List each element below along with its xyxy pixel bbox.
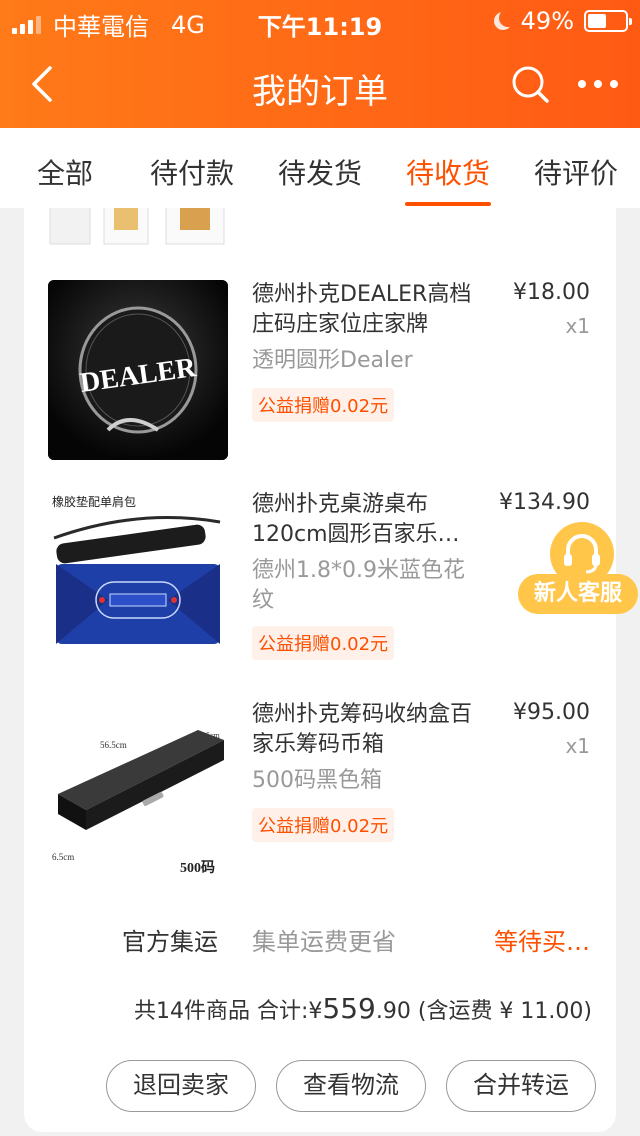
product-price: ¥134.90 bbox=[499, 490, 590, 515]
return-to-seller-button[interactable]: 退回卖家 bbox=[106, 1060, 256, 1112]
charity-badge: 公益捐赠0.02元 bbox=[252, 388, 395, 422]
thumb-caption: 橡胶垫配单肩包 bbox=[52, 494, 136, 509]
shipping-fee-note: (含运费 ¥ 11.00) bbox=[417, 999, 592, 1024]
tab-pending-review[interactable]: 待评价 bbox=[534, 152, 618, 192]
merge-shipping-button[interactable]: 合并转运 bbox=[446, 1060, 596, 1112]
product-price: ¥18.00 bbox=[513, 280, 590, 305]
moon-icon bbox=[499, 9, 517, 27]
shipping-label: 官方集运 bbox=[122, 928, 218, 956]
capacity-label: 500码 bbox=[180, 860, 215, 876]
view-logistics-button[interactable]: 查看物流 bbox=[276, 1060, 426, 1112]
tab-pending-shipment[interactable]: 待发货 bbox=[278, 152, 362, 192]
active-tab-indicator bbox=[405, 202, 491, 206]
product-qty: x1 bbox=[565, 734, 590, 758]
dimension-label: 6.5cm bbox=[52, 852, 74, 862]
product-sku: 500码黑色箱 bbox=[252, 768, 382, 793]
tab-all[interactable]: 全部 bbox=[37, 152, 93, 192]
product-sku: 德州1.8*0.9米蓝色花纹 bbox=[252, 558, 465, 613]
order-total: 共14件商品 合计:¥559.90 (含运费 ¥ 11.00) bbox=[134, 992, 592, 1025]
order-tabs: 全部 待付款 待发货 待收货 待评价 bbox=[0, 128, 640, 208]
customer-service-button[interactable]: 新人客服 bbox=[518, 522, 638, 618]
shipping-status: 等待买… bbox=[494, 928, 590, 956]
battery-percent: 49% bbox=[520, 7, 574, 35]
status-bar: 中華電信 4G 下午11:19 49% bbox=[0, 0, 640, 41]
order-card: DEALER 德州扑克DEALER高档庄码庄家位庄家牌 透明圆形Dealer 公… bbox=[24, 208, 616, 1132]
customer-service-label: 新人客服 bbox=[518, 574, 638, 614]
search-icon[interactable] bbox=[508, 62, 552, 106]
app-header: 中華電信 4G 下午11:19 49% 我的订单 bbox=[0, 0, 640, 128]
order-item[interactable]: 56.5cm 21.5cm 6.5cm 500码 德州扑克筹码收纳盒百家乐筹码币… bbox=[24, 700, 616, 880]
dimension-label: 56.5cm bbox=[100, 740, 127, 750]
product-name[interactable]: 德州扑克桌游桌布120cm圆形百家乐台布 bbox=[252, 490, 472, 550]
shipping-desc: 集单运费更省 bbox=[252, 928, 396, 956]
previous-item-thumbnail[interactable] bbox=[48, 208, 228, 248]
product-thumbnail: DEALER bbox=[48, 280, 228, 460]
product-name[interactable]: 德州扑克DEALER高档庄码庄家位庄家牌 bbox=[252, 280, 472, 340]
currency-symbol: ¥ bbox=[308, 999, 323, 1024]
charity-badge: 公益捐赠0.02元 bbox=[252, 808, 395, 842]
shipping-row[interactable]: 官方集运 集单运费更省 等待买… bbox=[24, 916, 616, 956]
battery-icon bbox=[584, 10, 632, 32]
charity-badge: 公益捐赠0.02元 bbox=[252, 626, 395, 660]
tab-pending-payment[interactable]: 待付款 bbox=[150, 152, 234, 192]
product-sku: 透明圆形Dealer bbox=[252, 348, 413, 373]
product-price: ¥95.00 bbox=[513, 700, 590, 725]
tab-pending-receipt[interactable]: 待收货 bbox=[406, 152, 490, 192]
item-count-text: 共14件商品 合计: bbox=[134, 999, 309, 1024]
product-qty: x1 bbox=[565, 314, 590, 338]
more-icon[interactable] bbox=[572, 62, 624, 106]
product-thumbnail: 橡胶垫配单肩包 bbox=[48, 490, 228, 670]
total-decimal: .90 bbox=[375, 999, 411, 1024]
order-item[interactable]: DEALER 德州扑克DEALER高档庄码庄家位庄家牌 透明圆形Dealer 公… bbox=[24, 280, 616, 460]
order-actions: 退回卖家 查看物流 合并转运 bbox=[24, 1060, 616, 1112]
product-name[interactable]: 德州扑克筹码收纳盒百家乐筹码币箱 bbox=[252, 700, 472, 760]
total-integer: 559 bbox=[322, 992, 376, 1025]
nav-bar: 我的订单 bbox=[0, 40, 640, 128]
product-thumbnail: 56.5cm 21.5cm 6.5cm 500码 bbox=[48, 700, 228, 880]
